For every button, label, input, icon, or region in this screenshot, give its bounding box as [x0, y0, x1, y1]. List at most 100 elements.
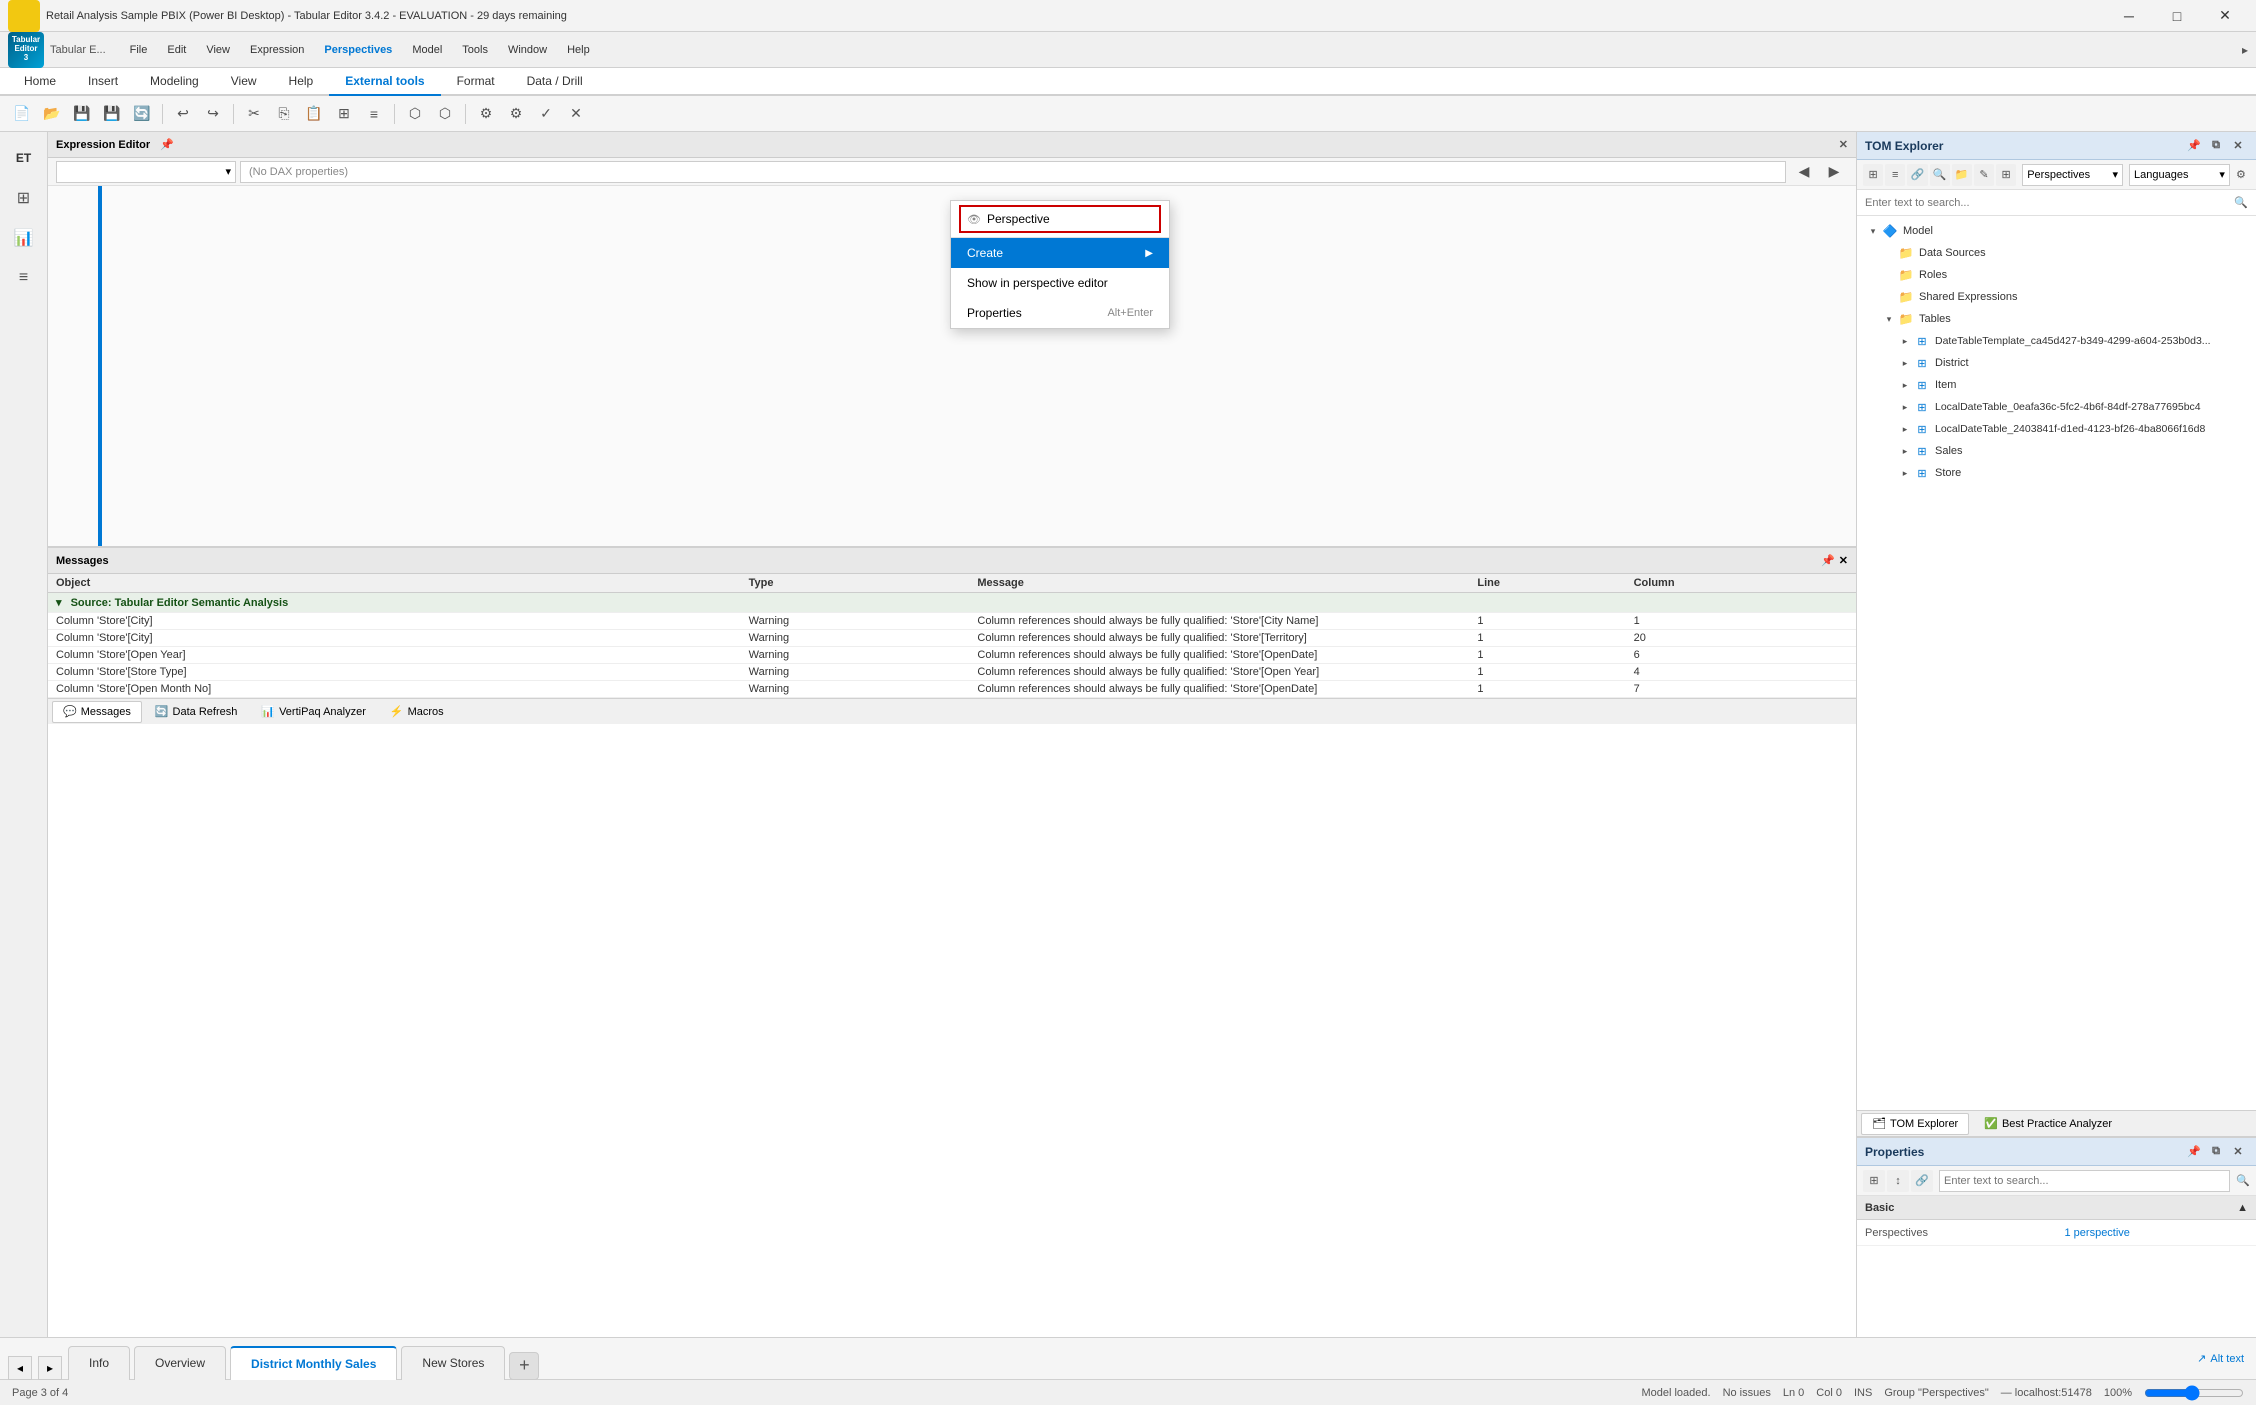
sidebar-list[interactable]: ≡: [6, 260, 42, 296]
tree-roles[interactable]: 📁 Roles: [1857, 264, 2256, 286]
msg-tab-messages[interactable]: 💬 Messages: [52, 701, 142, 723]
toolbar-new[interactable]: 📄: [8, 100, 36, 128]
collapse-props-icon[interactable]: ▲: [2237, 1202, 2248, 1214]
tree-datasources[interactable]: 📁 Data Sources: [1857, 242, 2256, 264]
expand-sales-icon[interactable]: ▸: [1897, 446, 1913, 457]
msg-tab-refresh[interactable]: 🔄 Data Refresh: [144, 701, 249, 723]
tab-format[interactable]: Format: [441, 68, 511, 96]
toolbar-undo[interactable]: ↩: [169, 100, 197, 128]
tree-localdatetable2[interactable]: ▸ ⊞ LocalDateTable_2403841f-d1ed-4123-bf…: [1857, 418, 2256, 440]
toolbar-cut[interactable]: ✂: [240, 100, 268, 128]
expand-icon[interactable]: ▸: [2242, 43, 2248, 57]
table-row[interactable]: Column 'Store'[Open Year] Warning Column…: [48, 647, 1856, 664]
tab-home[interactable]: Home: [8, 68, 72, 96]
tom-btn-hierarchy[interactable]: 🔗: [1907, 164, 1927, 186]
tom-btn-filter[interactable]: 🔍: [1930, 164, 1950, 186]
props-close-icon[interactable]: ✕: [2228, 1142, 2248, 1162]
messages-close-icon[interactable]: ✕: [1839, 554, 1848, 567]
minimize-button[interactable]: ─: [2106, 0, 2152, 32]
ctx-properties[interactable]: Properties Alt+Enter: [951, 298, 1169, 328]
msg-tab-macros[interactable]: ⚡ Macros: [379, 701, 455, 723]
tree-model[interactable]: ▾ 🔷 Model: [1857, 220, 2256, 242]
toolbar-save[interactable]: 💾: [68, 100, 96, 128]
expand-ldt1-icon[interactable]: ▸: [1897, 402, 1913, 413]
toolbar-check[interactable]: ✓: [532, 100, 560, 128]
tom-search-input[interactable]: [1865, 197, 2230, 209]
languages-dropdown[interactable]: Languages ▾: [2129, 164, 2230, 186]
tom-explorer-tab[interactable]: 🗂 TOM Explorer: [1861, 1113, 1969, 1135]
alt-text-button[interactable]: ↗ Alt text: [2185, 1345, 2256, 1373]
tree-datetabletemplate[interactable]: ▸ ⊞ DateTableTemplate_ca45d427-b349-4299…: [1857, 330, 2256, 352]
tree-item[interactable]: ▸ ⊞ Item: [1857, 374, 2256, 396]
toolbar-b3[interactable]: ⊞: [330, 100, 358, 128]
menu-file[interactable]: File: [120, 34, 158, 66]
toolbar-save-as[interactable]: 💾: [98, 100, 126, 128]
expand-item-icon[interactable]: ▸: [1897, 380, 1913, 391]
restore-icon[interactable]: ⧉: [2206, 136, 2226, 156]
toolbar-b4[interactable]: ≡: [360, 100, 388, 128]
page-tab-district[interactable]: District Monthly Sales: [230, 1346, 397, 1380]
props-search-input[interactable]: [1939, 1170, 2230, 1192]
toolbar-format2[interactable]: ⚙: [502, 100, 530, 128]
tree-district[interactable]: ▸ ⊞ District: [1857, 352, 2256, 374]
tom-btn-table[interactable]: ⊞: [1996, 164, 2016, 186]
expr-nav-next[interactable]: ▶: [1820, 158, 1848, 186]
props-btn-link[interactable]: 🔗: [1911, 1170, 1933, 1192]
expand-dt-icon[interactable]: ▸: [1897, 336, 1913, 347]
ctx-show-perspective[interactable]: Show in perspective editor: [951, 268, 1169, 298]
menu-edit[interactable]: Edit: [157, 34, 196, 66]
toolbar-format1[interactable]: ⚙: [472, 100, 500, 128]
perspectives-dropdown[interactable]: Perspectives ▾: [2022, 164, 2123, 186]
tab-external-tools[interactable]: External tools: [329, 68, 440, 96]
tab-next[interactable]: ▸: [38, 1356, 62, 1380]
page-tab-info[interactable]: Info: [68, 1346, 130, 1380]
collapse-icon[interactable]: ▾: [56, 597, 62, 609]
menu-expression[interactable]: Expression: [240, 34, 314, 66]
tom-btn-pencil[interactable]: ✎: [1974, 164, 1994, 186]
maximize-button[interactable]: □: [2154, 0, 2200, 32]
toolbar-paste[interactable]: 📋: [300, 100, 328, 128]
pin-icon[interactable]: 📌: [2184, 136, 2204, 156]
tab-insert[interactable]: Insert: [72, 68, 134, 96]
tab-view[interactable]: View: [215, 68, 273, 96]
close-panel-icon[interactable]: ✕: [2228, 136, 2248, 156]
tree-view[interactable]: ▾ 🔷 Model 📁 Data Sources 📁 Roles 📁: [1857, 216, 2256, 1110]
tree-tables[interactable]: ▾ 📁 Tables: [1857, 308, 2256, 330]
perspective-context-label[interactable]: 👁 Perspective: [959, 205, 1161, 233]
tree-shared[interactable]: 📁 Shared Expressions: [1857, 286, 2256, 308]
expand-model-icon[interactable]: ▾: [1865, 226, 1881, 237]
zoom-slider[interactable]: [2144, 1385, 2244, 1401]
menu-perspectives[interactable]: Perspectives: [314, 34, 402, 66]
tom-btn-list[interactable]: ≡: [1885, 164, 1905, 186]
menu-tools[interactable]: Tools: [452, 34, 498, 66]
msg-tab-vertipaq[interactable]: 📊 VertiPaq Analyzer: [250, 701, 377, 723]
props-restore-icon[interactable]: ⧉: [2206, 1142, 2226, 1162]
menu-view[interactable]: View: [196, 34, 240, 66]
props-pin-icon[interactable]: 📌: [2184, 1142, 2204, 1162]
expand-ldt2-icon[interactable]: ▸: [1897, 424, 1913, 435]
tom-btn-grid[interactable]: ⊞: [1863, 164, 1883, 186]
props-btn-sort[interactable]: ↕: [1887, 1170, 1909, 1192]
tab-modeling[interactable]: Modeling: [134, 68, 215, 96]
tab-prev[interactable]: ◂: [8, 1356, 32, 1380]
sidebar-chart[interactable]: 📊: [6, 220, 42, 256]
table-row[interactable]: Column 'Store'[City] Warning Column refe…: [48, 630, 1856, 647]
expand-tables-icon[interactable]: ▾: [1881, 314, 1897, 325]
dax-dropdown[interactable]: ▾: [56, 161, 236, 183]
toolbar-refresh[interactable]: 🔄: [128, 100, 156, 128]
tab-data-drill[interactable]: Data / Drill: [511, 68, 599, 96]
tab-help[interactable]: Help: [273, 68, 330, 96]
menu-help[interactable]: Help: [557, 34, 600, 66]
tom-settings-icon[interactable]: ⚙: [2232, 165, 2250, 185]
tree-sales[interactable]: ▸ ⊞ Sales: [1857, 440, 2256, 462]
props-row-perspectives[interactable]: Perspectives 1 perspective: [1857, 1220, 2256, 1246]
toolbar-align-r[interactable]: ⬡: [431, 100, 459, 128]
props-btn-grid[interactable]: ⊞: [1863, 1170, 1885, 1192]
messages-scroll[interactable]: Object Type Message Line Column ▾ Source…: [48, 574, 1856, 698]
close-button[interactable]: ✕: [2202, 0, 2248, 32]
table-row[interactable]: Column 'Store'[Open Month No] Warning Co…: [48, 681, 1856, 698]
tree-store[interactable]: ▸ ⊞ Store: [1857, 462, 2256, 484]
messages-pin-icon[interactable]: 📌: [1821, 554, 1835, 567]
expr-nav-prev[interactable]: ◀: [1790, 158, 1818, 186]
best-practice-tab[interactable]: ✅ Best Practice Analyzer: [1973, 1113, 2123, 1135]
